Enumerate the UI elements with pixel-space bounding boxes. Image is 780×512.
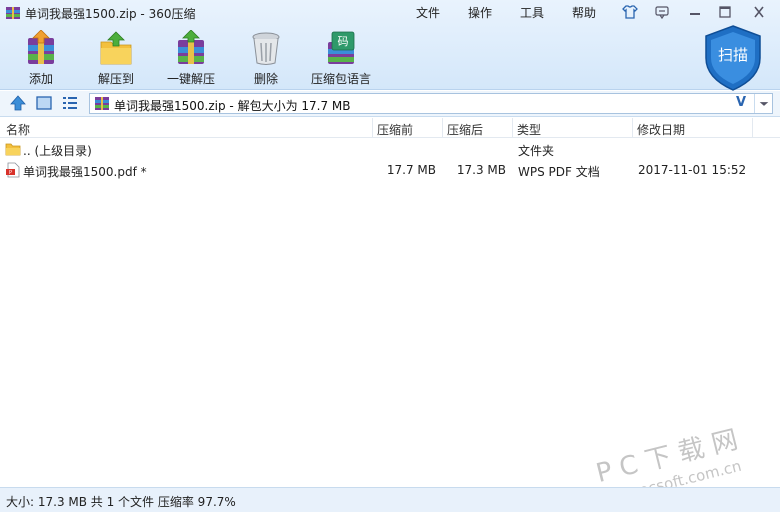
pdf-file-icon: P — [6, 162, 20, 178]
column-date[interactable]: 修改日期 — [637, 121, 685, 138]
scan-label: 扫描 — [717, 46, 748, 64]
feedback-icon[interactable] — [653, 4, 671, 20]
address-bar[interactable]: 单词我最强1500.zip - 解包大小为 17.7 MB V — [89, 93, 773, 114]
chevron-down-icon[interactable] — [754, 94, 773, 113]
archive-language-icon: 码 — [328, 31, 355, 64]
maximize-icon[interactable] — [716, 4, 734, 20]
thumbnail-view-icon[interactable] — [35, 94, 53, 112]
size-after: 17.3 MB — [456, 163, 506, 177]
menu-file[interactable]: 文件 — [416, 4, 440, 21]
column-divider[interactable] — [512, 118, 513, 138]
address-v-button[interactable]: V — [736, 95, 746, 110]
file-date: 2017-11-01 15:52 — [638, 163, 747, 177]
skin-shirt-icon[interactable] — [621, 4, 639, 20]
list-view-icon[interactable] — [61, 94, 79, 112]
file-type: WPS PDF 文档 — [518, 165, 600, 179]
extract-to-icon — [100, 31, 132, 65]
column-name[interactable]: 名称 — [6, 121, 30, 138]
folder-icon — [5, 143, 21, 156]
file-name: 单词我最强1500.pdf * — [23, 165, 147, 179]
menu-tools[interactable]: 工具 — [520, 4, 544, 21]
delete-button[interactable]: 删除 — [231, 30, 301, 88]
column-header: 名称 压缩前 压缩后 类型 修改日期 — [0, 118, 780, 138]
minimize-icon[interactable] — [686, 4, 704, 20]
column-after-size[interactable]: 压缩后 — [447, 121, 483, 138]
table-row[interactable]: P 单词我最强1500.pdf * 17.7 MB 17.3 MB WPS PD… — [0, 160, 780, 181]
add-button[interactable]: 添加 — [6, 30, 76, 88]
column-divider[interactable] — [372, 118, 373, 138]
title-bar: 单词我最强1500.zip - 360压缩 文件 操作 工具 帮助 — [0, 0, 780, 26]
watermark-line1: P C 下 载 网 — [593, 424, 741, 490]
svg-text:码: 码 — [338, 35, 349, 48]
archive-language-label: 压缩包语言 — [310, 72, 371, 86]
archive-app-icon — [6, 7, 20, 19]
column-divider[interactable] — [442, 118, 443, 138]
window-title: 单词我最强1500.zip - 360压缩 — [25, 7, 196, 21]
file-name: .. (上级目录) — [23, 144, 92, 158]
add-label: 添加 — [28, 72, 53, 86]
address-row: 单词我最强1500.zip - 解包大小为 17.7 MB V — [0, 91, 780, 117]
status-text: 大小: 17.3 MB 共 1 个文件 压缩率 97.7% — [6, 495, 236, 509]
up-arrow-icon[interactable] — [9, 94, 27, 112]
one-click-extract-label: 一键解压 — [166, 72, 215, 86]
menu-help[interactable]: 帮助 — [572, 4, 596, 21]
one-click-extract-button[interactable]: 一键解压 — [156, 30, 226, 88]
column-divider[interactable] — [632, 118, 633, 138]
menu-operation[interactable]: 操作 — [468, 4, 492, 21]
svg-text:P: P — [9, 170, 12, 176]
scan-button[interactable]: 扫描 — [700, 24, 766, 92]
table-row[interactable]: .. (上级目录) 文件夹 — [0, 139, 780, 160]
column-before-size[interactable]: 压缩前 — [377, 121, 413, 138]
file-type: 文件夹 — [518, 144, 555, 158]
trash-icon — [252, 32, 280, 65]
column-type[interactable]: 类型 — [517, 121, 541, 138]
extract-to-button[interactable]: 解压到 — [81, 30, 151, 88]
address-path: 单词我最强1500.zip - 解包大小为 17.7 MB — [114, 99, 351, 113]
extract-to-label: 解压到 — [97, 72, 134, 86]
column-divider[interactable] — [752, 118, 753, 138]
top-panel: 单词我最强1500.zip - 360压缩 文件 操作 工具 帮助 添加 解压到… — [0, 0, 780, 92]
one-click-extract-icon — [178, 30, 204, 64]
archive-language-button[interactable]: 码 压缩包语言 — [306, 30, 376, 88]
size-before: 17.7 MB — [386, 163, 436, 177]
delete-label: 删除 — [253, 72, 278, 86]
zip-archive-icon — [95, 97, 109, 110]
add-archive-icon — [28, 30, 54, 64]
status-bar: 大小: 17.3 MB 共 1 个文件 压缩率 97.7% — [0, 487, 780, 512]
close-icon[interactable] — [750, 4, 768, 20]
